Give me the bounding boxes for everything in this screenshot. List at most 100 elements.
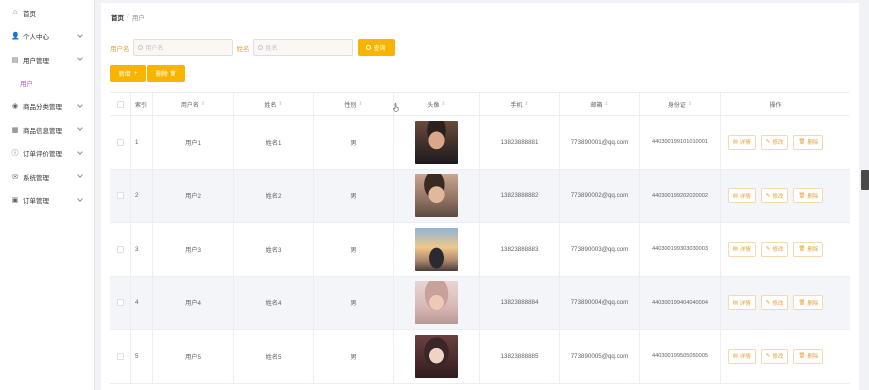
sort-icon[interactable]: ⇕	[604, 101, 608, 107]
edit-button[interactable]: ✎ 修改	[760, 348, 789, 364]
delete-button[interactable]: 🗑 删除	[793, 188, 824, 204]
detail-button[interactable]: ▤ 详情	[727, 134, 756, 150]
avatar	[415, 174, 458, 218]
sort-icon[interactable]: ⇕	[358, 101, 362, 107]
delete-button[interactable]: 🗑 删除	[793, 295, 824, 311]
cell-idcard: 440300199202020002	[640, 169, 721, 222]
cell-avatar	[394, 276, 480, 329]
cell-idcard: 440300199101010001	[640, 116, 721, 169]
select-all-checkbox[interactable]	[116, 100, 124, 108]
breadcrumb-separator: /	[127, 13, 129, 20]
row-checkbox[interactable]	[116, 299, 124, 307]
document-icon: ▤	[732, 299, 738, 306]
detail-button[interactable]: ▤ 详情	[727, 188, 756, 204]
row-select-cell	[110, 330, 131, 383]
edit-button[interactable]: ✎ 修改	[760, 134, 789, 150]
cell-avatar	[394, 116, 480, 169]
col-email[interactable]: 邮箱 ⇕	[560, 93, 640, 115]
cell-username: 用户5	[153, 330, 234, 383]
edit-button[interactable]: ✎ 修改	[760, 295, 789, 311]
table-row[interactable]: 4 用户4 姓名4 男 13823888884 773890004@qq.com 44030…	[110, 276, 850, 330]
cell-name: 姓名3	[234, 223, 314, 276]
table-row[interactable]: 1 用户1 姓名1 男 13823888881 773890001@qq.com 44030…	[110, 116, 850, 170]
trash-icon: 🗑	[798, 192, 806, 199]
sidebar-item-7[interactable]: ▣ 订单管理	[0, 189, 94, 213]
sidebar: ⌂ 首页 👤 个人中心 ▤ 用户管理 用户 ◉ 商品分类管理 ▦ 商品信息管理 ⓘ 订单评价管理 ✉ 系统管…	[0, 0, 95, 390]
col-avatar[interactable]: 头像 ⇕	[394, 93, 480, 115]
sidebar-item-5[interactable]: ⓘ 订单评价管理	[0, 142, 94, 166]
sidebar-item-label: 订单评价管理	[23, 151, 62, 159]
add-label: 新增	[118, 72, 131, 78]
sidebar-subitem-users[interactable]: 用户	[0, 71, 94, 95]
col-actions: 操作	[769, 102, 782, 109]
username-input[interactable]: 用户名	[132, 39, 233, 56]
cell-phone: 13823888881	[480, 116, 560, 169]
sidebar-item-2[interactable]: ▤ 用户管理	[0, 48, 94, 72]
col-phone[interactable]: 手机 ⇕	[480, 93, 560, 115]
cell-index: 1	[131, 116, 153, 169]
chevron-down-icon	[77, 172, 83, 178]
row-checkbox[interactable]	[116, 352, 124, 360]
sidebar-item-0[interactable]: ⌂ 首页	[0, 1, 94, 25]
cell-actions: ▤ 详情 ✎ 修改 🗑 删除	[721, 277, 830, 330]
chevron-down-icon	[77, 195, 83, 202]
cell-phone: 13823888885	[480, 330, 560, 383]
name-input[interactable]: 姓名	[252, 39, 353, 56]
sort-icon[interactable]: ⇕	[688, 101, 692, 107]
sort-icon[interactable]: ⇕	[441, 101, 445, 107]
sort-icon[interactable]: ⇕	[201, 101, 205, 107]
query-button[interactable]: 查询	[357, 39, 395, 56]
cell-avatar	[394, 330, 480, 383]
sidebar-item-6[interactable]: ✉ 系统管理	[0, 165, 94, 189]
col-username[interactable]: 用户名 ⇕	[153, 93, 234, 115]
sidebar-item-label: 首页	[23, 10, 36, 18]
row-checkbox[interactable]	[116, 138, 124, 146]
sidebar-item-1[interactable]: 👤 个人中心	[0, 25, 94, 49]
detail-button[interactable]: ▤ 详情	[727, 241, 756, 257]
cell-email: 773890003@qq.com	[560, 223, 640, 276]
sidebar-item-3[interactable]: ◉ 商品分类管理	[0, 95, 94, 119]
delete-button[interactable]: 🗑 删除	[793, 134, 824, 150]
table-body: 1 用户1 姓名1 男 13823888881 773890001@qq.com 44030…	[110, 116, 850, 384]
cell-email: 773890004@qq.com	[560, 276, 640, 329]
breadcrumb: 首页 / 用户	[101, 3, 859, 30]
content-panel: 用户名 用户名 姓名 姓名 查询 新增 + 删除 🗑 索引 用户名 ⇕ 姓名 ⇕…	[101, 30, 859, 390]
pencil-icon: ✎	[765, 192, 771, 199]
batch-delete-button[interactable]: 删除 🗑	[147, 65, 185, 82]
row-select-cell	[110, 276, 131, 329]
delete-button[interactable]: 🗑 删除	[793, 348, 824, 364]
sidebar-item-label: 系统管理	[23, 174, 49, 182]
table-row[interactable]: 5 用户5 姓名5 男 13823888885 773890005@qq.com 44030…	[110, 330, 850, 384]
cell-actions: ▤ 详情 ✎ 修改 🗑 删除	[721, 223, 830, 276]
detail-button[interactable]: ▤ 详情	[727, 295, 756, 311]
sidebar-item-4[interactable]: ▦ 商品信息管理	[0, 118, 94, 142]
info-icon: ⓘ	[11, 150, 19, 158]
list-icon: ▤	[11, 56, 19, 64]
row-checkbox[interactable]	[116, 192, 124, 200]
add-button[interactable]: 新增 +	[110, 65, 146, 82]
sidebar-item-label: 订单管理	[23, 198, 49, 206]
trash-icon: 🗑	[798, 299, 806, 306]
table-row[interactable]: 3 用户3 姓名3 男 13823888883 773890003@qq.com 44030…	[110, 223, 850, 277]
delete-button[interactable]: 🗑 删除	[793, 241, 824, 257]
breadcrumb-current: 用户	[131, 14, 145, 22]
edit-button[interactable]: ✎ 修改	[760, 188, 789, 204]
user-icon: 👤	[11, 33, 20, 41]
col-gender[interactable]: 性别 ⇕	[314, 93, 394, 115]
sort-icon[interactable]: ⇕	[278, 101, 282, 107]
sort-icon[interactable]: ⇕	[524, 101, 528, 107]
col-name[interactable]: 姓名 ⇕	[234, 93, 314, 115]
edit-button[interactable]: ✎ 修改	[760, 241, 789, 257]
col-idcard[interactable]: 身份证 ⇕	[640, 93, 721, 115]
row-checkbox[interactable]	[116, 245, 124, 253]
table-header: 索引 用户名 ⇕ 姓名 ⇕ 性别 ⇕ 头像 ⇕ 手机 ⇕ 邮箱 ⇕ 身份证 ⇕ 操作	[110, 92, 850, 116]
search-icon	[366, 45, 372, 50]
scroll-tab[interactable]	[861, 170, 869, 190]
breadcrumb-home[interactable]: 首页	[111, 12, 124, 22]
detail-button[interactable]: ▤ 详情	[727, 348, 756, 364]
chevron-down-icon	[77, 31, 83, 38]
avatar	[415, 281, 458, 325]
table-row[interactable]: 2 用户2 姓名2 男 13823888882 773890002@qq.com 44030…	[110, 169, 850, 223]
mail-icon: ✉	[12, 173, 18, 181]
document-icon: ▤	[732, 353, 738, 360]
